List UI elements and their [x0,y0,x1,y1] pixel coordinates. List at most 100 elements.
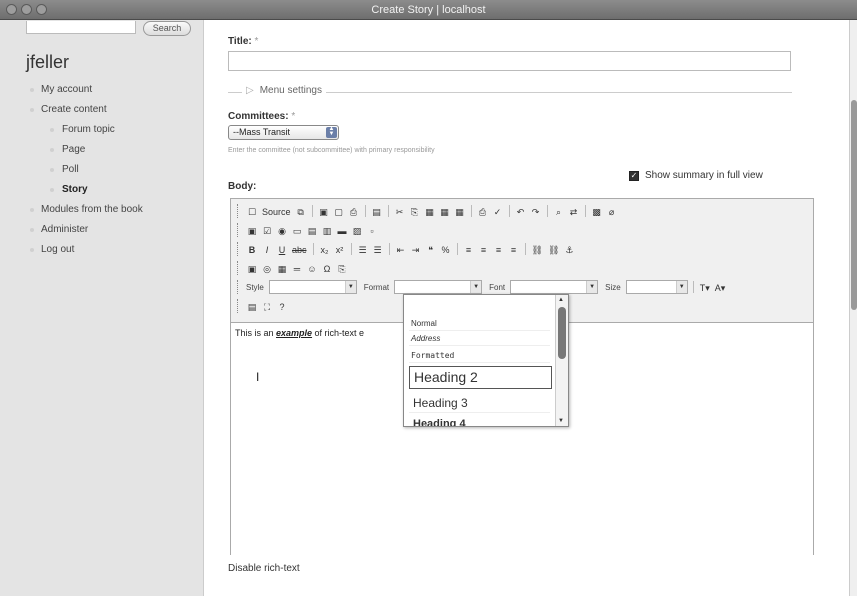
undo-icon[interactable]: ↶ [515,204,527,218]
nav-item-poll[interactable]: Poll [0,160,204,180]
title-input[interactable] [228,51,791,71]
bold-icon[interactable]: B [246,242,258,256]
align-justify-icon[interactable]: ≡ [508,242,520,256]
anchor-icon[interactable]: ⚓ [563,242,575,256]
save-icon[interactable]: ▣ [318,204,330,218]
checkbox-icon[interactable]: ☑ [261,223,273,237]
format-option-heading-4[interactable]: Heading 4 [409,415,550,426]
bullet-icon [30,248,34,252]
committees-select[interactable]: --Mass Transit ▲ ▼ [228,125,339,140]
format-option-heading-2[interactable]: Heading 2 [409,366,552,389]
select-all-icon[interactable]: ▩ [591,204,603,218]
unlink-icon[interactable]: ⛓ [547,242,560,256]
blockquote-icon[interactable]: ❝ [425,242,437,256]
image-button-icon[interactable]: ▨ [351,223,363,237]
paste-text-icon[interactable]: ▦ [439,204,451,218]
format-dropdown-scrollbar[interactable]: ▲ ▼ [555,295,568,426]
paste-word-icon[interactable]: ▦ [454,204,466,218]
maximize-icon[interactable]: ⛶ [261,299,273,313]
bullet-icon [50,148,54,152]
menu-settings-toggle[interactable]: ▷ Menu settings [242,85,326,96]
nav-item-forum-topic[interactable]: Forum topic [0,120,204,140]
replace-icon[interactable]: ⇄ [568,204,580,218]
menu-settings-fieldset[interactable]: ▷ Menu settings [228,85,792,99]
special-char-icon[interactable]: Ω [321,261,333,275]
about-icon[interactable]: ? [276,299,288,313]
cut-icon[interactable]: ✂ [394,204,406,218]
nav-item-modules-from-the-book[interactable]: Modules from the book [0,200,204,220]
outdent-icon[interactable]: ⇤ [395,242,407,256]
hidden-field-icon[interactable]: ▫ [366,223,378,237]
bulleted-list-icon[interactable]: ☰ [372,242,384,256]
nav-item-log-out[interactable]: Log out [0,240,204,260]
copy-doc-icon[interactable]: ⧉ [295,204,307,218]
form-icon[interactable]: ▣ [246,223,258,237]
spellcheck-icon[interactable]: ✓ [492,204,504,218]
subscript-icon[interactable]: x₂ [319,242,331,256]
format-select[interactable]: ▼ [394,280,483,294]
align-left-icon[interactable]: ≡ [463,242,475,256]
scrollbar-thumb[interactable] [558,307,566,359]
bullet-icon [50,128,54,132]
page-break-icon[interactable]: ⎘ [336,261,348,275]
search-input[interactable] [26,21,136,34]
textarea-icon[interactable]: ▤ [306,223,318,237]
radio-icon[interactable]: ◉ [276,223,288,237]
chevron-down-icon: ▼ [675,281,687,293]
chevron-down-icon: ▼ [470,281,482,293]
show-blocks-icon[interactable]: ▤ [246,299,258,313]
preview-icon[interactable]: ⎙ [348,204,360,218]
source-button[interactable]: Source [261,204,292,218]
scroll-down-icon[interactable]: ▼ [558,418,564,424]
find-icon[interactable]: ⌕ [553,204,565,218]
font-select[interactable]: ▼ [510,280,599,294]
paste-icon[interactable]: ▦ [424,204,436,218]
nav-item-my-account[interactable]: My account [0,80,204,100]
format-option-address[interactable]: Address [409,331,550,346]
smiley-icon[interactable]: ☺ [306,261,318,275]
search-button[interactable]: Search [143,21,191,36]
redo-icon[interactable]: ↷ [530,204,542,218]
source-icon[interactable]: ☐ [246,204,258,218]
italic-icon[interactable]: I [261,242,273,256]
table-icon[interactable]: ▦ [276,261,288,275]
indent-icon[interactable]: ⇥ [410,242,422,256]
horizontal-rule-icon[interactable]: ═ [291,261,303,275]
flash-icon[interactable]: ◎ [261,261,273,275]
window-scrollbar-thumb[interactable] [851,100,857,310]
style-select[interactable]: ▼ [268,280,357,294]
background-color-icon[interactable]: A▾ [714,280,727,294]
size-select[interactable]: ▼ [625,280,688,294]
textfield-icon[interactable]: ▭ [291,223,303,237]
print-icon[interactable]: ⎙ [477,204,489,218]
strikethrough-icon[interactable]: abc [291,242,308,256]
user-name-heading: jfeller [26,52,70,72]
select-field-icon[interactable]: ▥ [321,223,333,237]
image-icon[interactable]: ▣ [246,261,258,275]
show-summary-option[interactable]: ✓ Show summary in full view [629,170,763,181]
new-page-icon[interactable]: ▢ [333,204,345,218]
format-option-normal[interactable]: Normal [409,316,550,331]
disable-rich-text-link[interactable]: Disable rich-text [228,563,300,574]
text-color-icon[interactable]: T▾ [699,280,711,294]
copy-icon[interactable]: ⎘ [409,204,421,218]
link-icon[interactable]: ⛓ [531,242,544,256]
window-scrollbar[interactable] [849,20,857,596]
format-option-formatted[interactable]: Formatted [409,348,550,363]
templates-icon[interactable]: ▤ [371,204,383,218]
underline-icon[interactable]: U [276,242,288,256]
show-summary-checkbox[interactable]: ✓ [629,170,639,181]
format-option-heading-3[interactable]: Heading 3 [409,393,550,413]
nav-item-story[interactable]: Story [0,180,204,200]
superscript-icon[interactable]: x² [334,242,346,256]
numbered-list-icon[interactable]: ☰ [357,242,369,256]
div-icon[interactable]: % [440,242,452,256]
remove-format-icon[interactable]: ⌀ [606,204,618,218]
scroll-up-icon[interactable]: ▲ [558,297,564,303]
align-center-icon[interactable]: ≡ [478,242,490,256]
align-right-icon[interactable]: ≡ [493,242,505,256]
nav-item-administer[interactable]: Administer [0,220,204,240]
button-field-icon[interactable]: ▬ [336,223,348,237]
nav-item-page[interactable]: Page [0,140,204,160]
nav-item-create-content[interactable]: Create content [0,100,204,120]
